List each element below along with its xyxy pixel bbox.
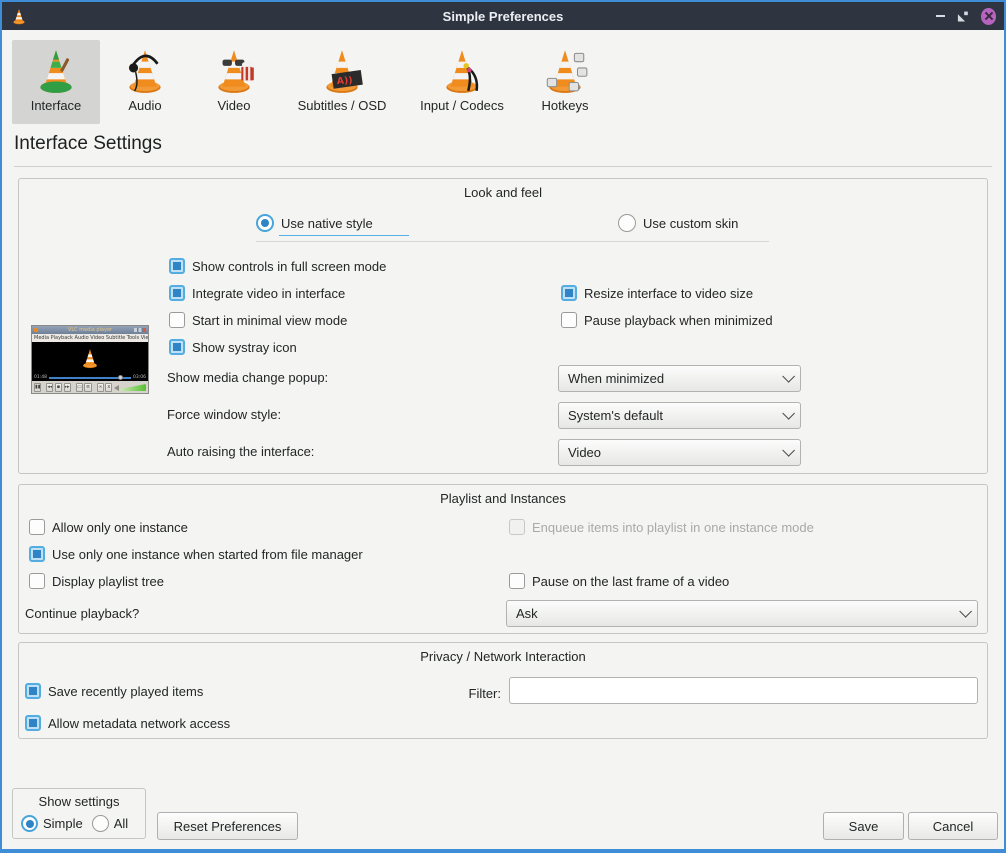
dropdown-continue-playback[interactable]: Ask: [506, 600, 978, 627]
checkbox-pause-when-minimized[interactable]: Pause playback when minimized: [561, 311, 773, 329]
checkbox-allow-one-instance[interactable]: Allow only one instance: [29, 518, 188, 536]
preview-controls: ▮▮ ◂◂▪▸▸ ▭≡ ∞x: [32, 381, 148, 394]
preview-cone-icon: [79, 345, 101, 371]
radio-row-divider: [256, 228, 769, 242]
toolbar-label: Input / Codecs: [420, 98, 504, 113]
label-auto-raising: Auto raising the interface:: [167, 442, 314, 460]
radio-all-label[interactable]: All: [114, 816, 128, 831]
checkbox-enqueue-one-instance: Enqueue items into playlist in one insta…: [509, 518, 814, 536]
show-settings-title: Show settings: [13, 794, 145, 809]
preview-volume-slider: [120, 384, 146, 391]
vlc-app-icon: [10, 7, 28, 25]
checkbox-icon: [29, 573, 45, 589]
dropdown-media-change-popup[interactable]: When minimized: [558, 365, 801, 392]
preview-window-buttons: [134, 328, 146, 332]
subtitles-osd-icon: A)): [317, 44, 367, 96]
preview-speaker-icon: [114, 385, 119, 391]
filter-input[interactable]: [509, 677, 978, 704]
checkbox-one-instance-file-manager[interactable]: Use only one instance when started from …: [29, 545, 363, 563]
group-title: Look and feel: [19, 185, 987, 200]
group-privacy-network: Privacy / Network Interaction Save recen…: [18, 642, 988, 739]
toolbar-item-input-codecs[interactable]: Input / Codecs: [406, 40, 518, 124]
checkbox-icon: [561, 312, 577, 328]
checkbox-icon: [29, 519, 45, 535]
checkbox-icon: [509, 573, 525, 589]
input-codecs-icon: [437, 44, 487, 96]
chevron-down-icon: [782, 444, 795, 457]
checkbox-display-playlist-tree[interactable]: Display playlist tree: [29, 572, 164, 590]
audio-icon: [120, 44, 170, 96]
checkbox-icon: [561, 285, 577, 301]
toolbar-label: Video: [217, 98, 250, 113]
toolbar-label: Audio: [128, 98, 161, 113]
toolbar-label: Subtitles / OSD: [298, 98, 387, 113]
checkbox-icon: [169, 312, 185, 328]
interface-preview-image: VLC media player Media Playback Audio Vi…: [31, 325, 149, 394]
minimize-button-icon[interactable]: [936, 15, 945, 17]
toolbar-item-hotkeys[interactable]: Hotkeys: [526, 40, 604, 124]
preview-seekbar: 01:48 03:06: [32, 374, 148, 381]
chevron-down-icon: [959, 605, 972, 618]
radio-simple-label[interactable]: Simple: [43, 816, 83, 831]
toolbar-item-audio[interactable]: Audio: [110, 40, 180, 124]
preview-titlebar: VLC media player: [32, 326, 148, 334]
checkbox-minimal-view[interactable]: Start in minimal view mode: [169, 311, 347, 329]
page-title: Interface Settings: [14, 133, 162, 155]
checkbox-icon: [169, 285, 185, 301]
reset-preferences-button[interactable]: Reset Preferences: [157, 812, 298, 840]
close-button-icon[interactable]: [981, 8, 996, 25]
checkbox-icon: [169, 339, 185, 355]
preview-app-icon: [34, 328, 38, 332]
label-continue-playback: Continue playback?: [25, 604, 139, 622]
label-media-change-popup: Show media change popup:: [167, 368, 328, 386]
group-look-and-feel: Look and feel Use native style Use custo…: [18, 178, 988, 474]
titlebar: Simple Preferences: [2, 2, 1004, 30]
chevron-down-icon: [782, 407, 795, 420]
preview-video-area: [32, 342, 148, 374]
checkbox-systray-icon[interactable]: Show systray icon: [169, 338, 297, 356]
checkbox-icon: [25, 715, 41, 731]
video-icon: [209, 44, 259, 96]
group-title: Playlist and Instances: [19, 491, 987, 506]
heading-divider: [14, 166, 992, 167]
chevron-down-icon: [782, 370, 795, 383]
checkbox-icon: [29, 546, 45, 562]
interface-icon: [31, 44, 81, 96]
checkbox-icon: [509, 519, 525, 535]
show-settings-group: Show settings Simple All: [12, 788, 146, 839]
checkbox-icon: [169, 258, 185, 274]
checkbox-show-controls-fullscreen[interactable]: Show controls in full screen mode: [169, 257, 386, 275]
checkbox-integrate-video[interactable]: Integrate video in interface: [169, 284, 345, 302]
radio-simple-icon[interactable]: [21, 815, 38, 832]
cancel-button[interactable]: Cancel: [908, 812, 998, 840]
label-force-window-style: Force window style:: [167, 405, 281, 423]
toolbar-item-interface[interactable]: Interface: [12, 40, 100, 124]
checkbox-resize-interface[interactable]: Resize interface to video size: [561, 284, 753, 302]
checkbox-allow-metadata-access[interactable]: Allow metadata network access: [25, 714, 230, 732]
window-title: Simple Preferences: [70, 9, 936, 24]
radio-all-icon[interactable]: [92, 815, 109, 832]
toolbar-label: Interface: [31, 98, 82, 113]
restore-button-icon[interactable]: [957, 10, 969, 23]
dropdown-force-window-style[interactable]: System's default: [558, 402, 801, 429]
dropdown-auto-raising[interactable]: Video: [558, 439, 801, 466]
hotkeys-icon: [540, 44, 590, 96]
group-title: Privacy / Network Interaction: [19, 649, 987, 664]
checkbox-pause-last-frame[interactable]: Pause on the last frame of a video: [509, 572, 729, 590]
toolbar-item-subtitles-osd[interactable]: A)) Subtitles / OSD: [286, 40, 398, 124]
toolbar-item-video[interactable]: Video: [198, 40, 270, 124]
checkbox-icon: [25, 683, 41, 699]
svg-text:A)): A)): [336, 75, 353, 87]
group-playlist-instances: Playlist and Instances Allow only one in…: [18, 484, 988, 634]
preview-menubar: Media Playback Audio Video Subtitle Tool…: [32, 334, 148, 342]
toolbar-label: Hotkeys: [542, 98, 589, 113]
simple-preferences-window: Simple Preferences Interface Audio: [0, 0, 1006, 853]
save-button[interactable]: Save: [823, 812, 904, 840]
checkbox-save-recent-items[interactable]: Save recently played items: [25, 682, 203, 700]
label-filter: Filter:: [446, 684, 501, 702]
